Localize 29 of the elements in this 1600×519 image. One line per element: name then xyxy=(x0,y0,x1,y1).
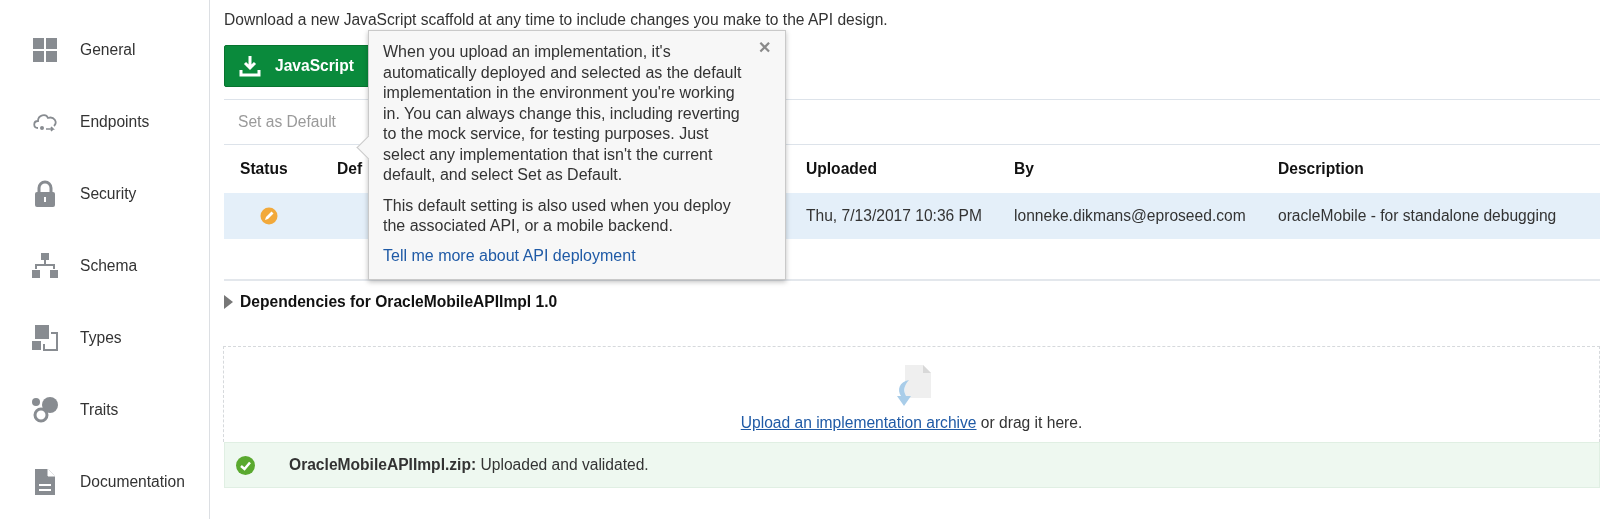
upload-link[interactable]: Upload an implementation archive xyxy=(740,414,977,431)
dependencies-heading[interactable]: Dependencies for OracleMobileAPIImpl 1.0 xyxy=(240,293,558,311)
column-header: Description xyxy=(1277,159,1365,179)
column-header: By xyxy=(1013,159,1035,179)
hierarchy-icon xyxy=(31,251,59,280)
sidebar-item[interactable]: Documentation xyxy=(80,472,185,491)
types-icon xyxy=(31,323,59,352)
upload-instructions: Upload an implementation archive or drag it here. xyxy=(740,414,1083,432)
grid-icon xyxy=(31,35,59,64)
sidebar-item[interactable]: General xyxy=(80,40,136,59)
message-text: OracleMobileAPIImpl.zip: Uploaded and validated. xyxy=(289,456,649,474)
deployment-link[interactable]: Tell me more about API deployment xyxy=(383,246,636,264)
caret-right-icon[interactable] xyxy=(224,295,233,309)
column-header: Uploaded xyxy=(805,159,879,179)
intro-text: Download a new JavaScript scaffold at any time to include changes you make to the API design. xyxy=(224,11,889,29)
table-cell: oracleMobile - for standalone debugging xyxy=(1262,193,1600,239)
sidebar-item[interactable]: Schema xyxy=(80,256,138,275)
circles-icon xyxy=(31,395,59,424)
sidebar-item[interactable]: Traits xyxy=(80,400,119,419)
check-circle-icon xyxy=(236,455,255,475)
sidebar-item[interactable]: Endpoints xyxy=(80,112,150,131)
column-header: Status xyxy=(239,159,289,179)
download-icon xyxy=(239,55,261,77)
column-header: Def xyxy=(337,160,363,178)
sidebar-item[interactable]: Types xyxy=(80,328,122,347)
table-cell: lonneke.dikmans@eproseed.com xyxy=(998,193,1262,239)
table-cell: Thu, 7/13/2017 10:36 PM xyxy=(790,193,998,239)
popover-text: This default setting is also used when you deploy the associated API, or a mobile backend. xyxy=(383,195,732,236)
sidebar-item[interactable]: Security xyxy=(80,184,137,203)
